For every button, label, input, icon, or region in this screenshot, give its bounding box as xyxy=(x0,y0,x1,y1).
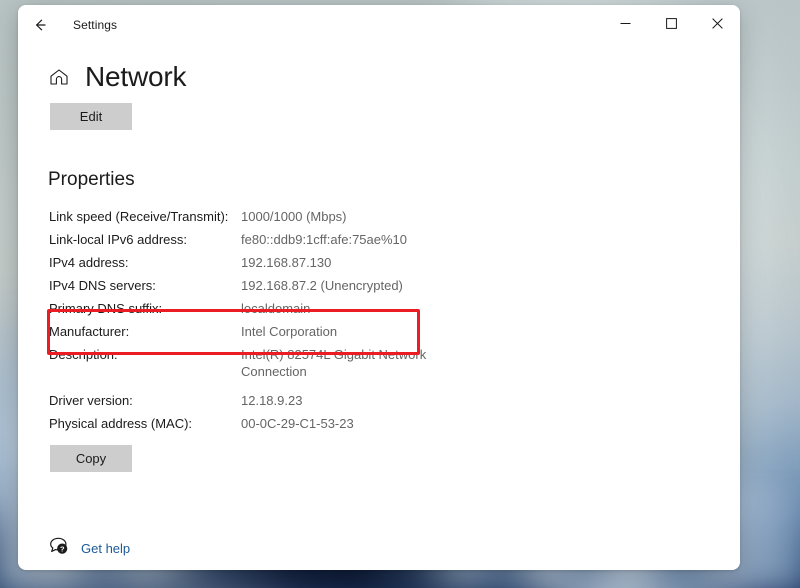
close-button[interactable] xyxy=(694,5,740,45)
property-label: Primary DNS suffix: xyxy=(49,300,241,317)
property-value: Intel(R) 82574L Gigabit Network Connecti… xyxy=(241,346,426,380)
svg-text:?: ? xyxy=(60,545,65,554)
maximize-icon xyxy=(666,16,677,34)
window-titlebar: Settings xyxy=(18,5,740,45)
table-row: Primary DNS suffix: localdomain xyxy=(49,297,469,320)
property-label: IPv4 address: xyxy=(49,254,241,271)
page-title: Network xyxy=(85,61,186,93)
property-label: Driver version: xyxy=(49,392,241,409)
table-row: Description: Intel(R) 82574L Gigabit Net… xyxy=(49,343,469,383)
settings-window: Settings xyxy=(18,5,740,570)
maximize-button[interactable] xyxy=(648,5,694,45)
get-help-row: ? Get help xyxy=(49,537,130,560)
window-controls xyxy=(602,5,740,45)
window-title-text: Settings xyxy=(73,18,117,32)
table-row: IPv4 address: 192.168.87.130 xyxy=(49,251,469,274)
back-button[interactable] xyxy=(23,10,57,40)
table-row: Manufacturer: Intel Corporation xyxy=(49,320,469,343)
copy-button[interactable]: Copy xyxy=(50,445,132,472)
table-row: Link speed (Receive/Transmit): 1000/1000… xyxy=(49,205,469,228)
minimize-icon xyxy=(620,16,631,34)
property-value: 00-0C-29-C1-53-23 xyxy=(241,415,354,432)
page-header: Network xyxy=(18,61,740,93)
property-value: Intel Corporation xyxy=(241,323,337,340)
table-row: Link-local IPv6 address: fe80::ddb9:1cff… xyxy=(49,228,469,251)
close-icon xyxy=(712,16,723,34)
property-label: Description: xyxy=(49,346,241,363)
property-label: IPv4 DNS servers: xyxy=(49,277,241,294)
edit-button[interactable]: Edit xyxy=(50,103,132,130)
back-arrow-icon xyxy=(32,17,48,33)
property-value: fe80::ddb9:1cff:afe:75ae%10 xyxy=(241,231,407,248)
property-label: Physical address (MAC): xyxy=(49,415,241,432)
help-question-bubble-icon: ? xyxy=(49,537,69,560)
property-value: 192.168.87.2 (Unencrypted) xyxy=(241,277,403,294)
minimize-button[interactable] xyxy=(602,5,648,45)
properties-table: Link speed (Receive/Transmit): 1000/1000… xyxy=(49,205,469,435)
property-label: Link-local IPv6 address: xyxy=(49,231,241,248)
property-label: Manufacturer: xyxy=(49,323,241,340)
home-icon[interactable] xyxy=(48,66,70,88)
property-value: 192.168.87.130 xyxy=(241,254,331,271)
settings-content: Network Edit Properties Link speed (Rece… xyxy=(18,61,740,570)
property-value: 12.18.9.23 xyxy=(241,392,302,409)
property-label: Link speed (Receive/Transmit): xyxy=(49,208,241,225)
properties-section-title: Properties xyxy=(48,169,740,191)
property-value: localdomain xyxy=(241,300,310,317)
table-row: Driver version: 12.18.9.23 xyxy=(49,389,469,412)
table-row: Physical address (MAC): 00-0C-29-C1-53-2… xyxy=(49,412,469,435)
get-help-link[interactable]: Get help xyxy=(81,541,130,556)
table-row: IPv4 DNS servers: 192.168.87.2 (Unencryp… xyxy=(49,274,469,297)
property-value: 1000/1000 (Mbps) xyxy=(241,208,347,225)
